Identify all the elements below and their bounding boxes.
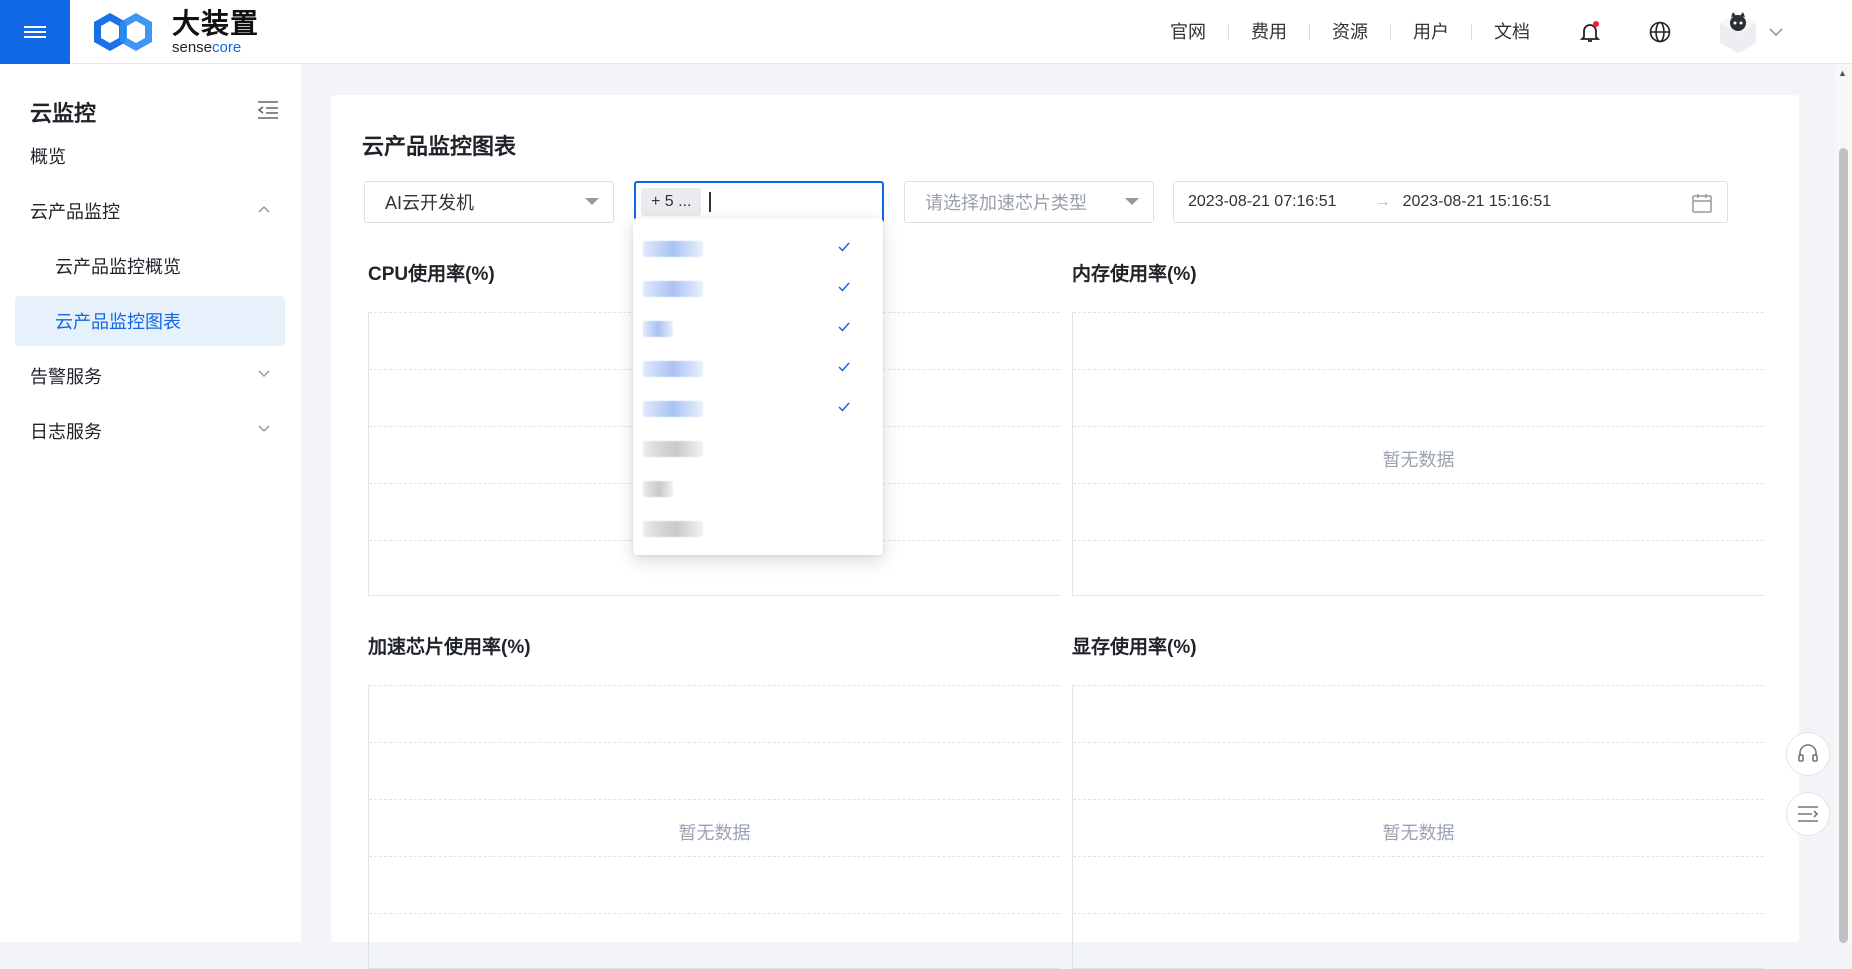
dropdown-option[interactable] — [643, 314, 873, 344]
top-nav: 官网 费用 资源 用户 文档 — [1148, 0, 1552, 64]
dropdown-option[interactable] — [643, 474, 873, 504]
product-select-value: AI云开发机 — [385, 193, 475, 213]
accelerator-chart-title: 加速芯片使用率(%) — [368, 637, 531, 658]
check-icon — [838, 242, 850, 252]
logo-name-cn: 大装置 — [172, 8, 260, 39]
redacted-option-label — [643, 361, 703, 377]
nav-resources[interactable]: 资源 — [1310, 23, 1391, 41]
vram-chart: 暂无数据 — [1072, 685, 1764, 969]
sidebar-item-label: 告警服务 — [30, 367, 102, 387]
nav-official-site[interactable]: 官网 — [1148, 23, 1229, 41]
menu-icon[interactable] — [0, 0, 70, 64]
dropdown-option[interactable] — [643, 514, 873, 544]
redacted-option-label — [643, 441, 703, 457]
sidebar-item-label: 云产品监控概览 — [55, 257, 181, 277]
dropdown-option[interactable] — [643, 394, 873, 424]
page-scrollbar[interactable]: ▲ — [1834, 64, 1852, 943]
globe-icon[interactable] — [1646, 18, 1674, 46]
caret-down-icon — [585, 198, 599, 205]
no-data-text: 暂无数据 — [1382, 450, 1455, 470]
sidebar-item-log-service[interactable]: 日志服务 — [15, 406, 285, 456]
sidebar-item-product-monitor[interactable]: 云产品监控 — [15, 186, 285, 236]
caret-down-icon — [1125, 198, 1139, 205]
bell-icon[interactable] — [1576, 18, 1604, 46]
dropdown-option[interactable] — [643, 274, 873, 304]
check-icon — [838, 282, 850, 292]
check-icon — [838, 362, 850, 372]
nav-users[interactable]: 用户 — [1391, 23, 1472, 41]
page-title: 云产品监控图表 — [362, 134, 517, 159]
sidebar-item-label: 云产品监控 — [30, 202, 120, 222]
sidebar-title: 云监控 — [30, 101, 97, 126]
vram-chart-title: 显存使用率(%) — [1072, 637, 1197, 658]
sidebar-item-alarm-service[interactable]: 告警服务 — [15, 351, 285, 401]
instance-dropdown — [633, 218, 883, 555]
sidebar-item-product-monitor-overview[interactable]: 云产品监控概览 — [15, 241, 285, 291]
redacted-option-label — [643, 321, 673, 337]
scroll-up-icon[interactable]: ▲ — [1838, 68, 1847, 78]
no-data-text: 暂无数据 — [678, 823, 751, 843]
product-select[interactable]: AI云开发机 — [364, 181, 614, 223]
dropdown-option[interactable] — [643, 434, 873, 464]
memory-chart: 暂无数据 — [1072, 312, 1764, 596]
instance-multiselect[interactable]: + 5 ... — [634, 181, 884, 223]
logo-mark-icon — [94, 12, 152, 51]
redacted-option-label — [643, 241, 703, 257]
calendar-icon[interactable] — [1691, 192, 1713, 214]
chip-type-select[interactable]: 请选择加速芯片类型 — [904, 181, 1154, 223]
chevron-up-icon — [258, 205, 270, 213]
text-cursor — [709, 192, 712, 212]
menu-list-icon[interactable] — [1786, 792, 1830, 836]
sidebar-item-overview[interactable]: 概览 — [15, 131, 285, 181]
check-icon — [838, 322, 850, 332]
sidebar-item-product-monitor-charts[interactable]: 云产品监控图表 — [15, 296, 285, 346]
dropdown-option[interactable] — [643, 234, 873, 264]
top-bar: 大装置 sensecore 官网 费用 资源 用户 文档 — [0, 0, 1852, 64]
chevron-down-icon — [258, 370, 270, 378]
check-icon — [838, 402, 850, 412]
chevron-down-icon — [258, 425, 270, 433]
nav-docs[interactable]: 文档 — [1472, 23, 1552, 41]
redacted-option-label — [643, 521, 703, 537]
redacted-option-label — [643, 281, 703, 297]
avatar[interactable] — [1716, 10, 1760, 54]
redacted-option-label — [643, 481, 673, 497]
selected-count-tag: + 5 ... — [641, 188, 702, 216]
date-range-picker[interactable]: 2023-08-21 07:16:51 → 2023-08-21 15:16:5… — [1173, 181, 1728, 223]
nav-billing[interactable]: 费用 — [1229, 23, 1310, 41]
end-date-input[interactable]: 2023-08-21 15:16:51 — [1403, 193, 1552, 211]
cpu-chart-title: CPU使用率(%) — [368, 264, 495, 285]
logo-name-en: sensecore — [172, 39, 242, 56]
sidebar: 云监控 概览 云产品监控 云产品监控概览 云产品监控图表 告警服务 日志服务 — [0, 64, 301, 942]
chevron-down-icon[interactable] — [1762, 18, 1790, 46]
dropdown-option[interactable] — [643, 354, 873, 384]
redacted-option-label — [643, 401, 703, 417]
headset-support-icon[interactable] — [1786, 732, 1830, 776]
start-date-input[interactable]: 2023-08-21 07:16:51 — [1188, 193, 1337, 211]
memory-chart-title: 内存使用率(%) — [1072, 264, 1197, 285]
no-data-text: 暂无数据 — [1382, 823, 1455, 843]
sidebar-item-label: 日志服务 — [30, 422, 102, 442]
accelerator-chart: 暂无数据 — [368, 685, 1060, 969]
collapse-sidebar-icon[interactable] — [256, 100, 280, 125]
sidebar-item-label: 概览 — [30, 147, 66, 167]
main-panel: 云产品监控图表 AI云开发机 + 5 ... 请选择加速芯片类型 2023-08… — [331, 95, 1799, 969]
scrollbar-thumb[interactable] — [1839, 148, 1848, 943]
arrow-right-icon: → — [1374, 193, 1391, 210]
sidebar-item-label: 云产品监控图表 — [55, 312, 181, 332]
logo[interactable]: 大装置 sensecore — [92, 10, 259, 55]
chip-type-placeholder: 请选择加速芯片类型 — [925, 193, 1087, 213]
